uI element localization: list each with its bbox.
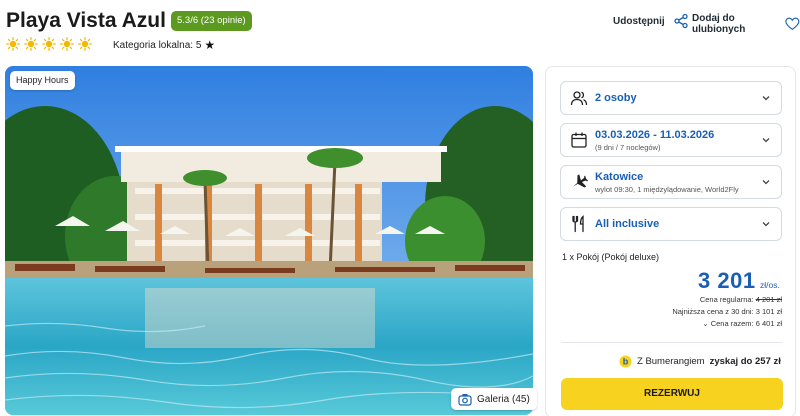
svg-text:b: b bbox=[623, 357, 629, 367]
sun-icon bbox=[60, 37, 74, 51]
regular-price: Cena regularna: 4 201 zł bbox=[700, 295, 782, 304]
sun-icon bbox=[78, 37, 92, 51]
chevron-down-icon bbox=[762, 96, 770, 101]
star-icon: ★ bbox=[204, 38, 216, 52]
chevron-down-icon bbox=[762, 222, 770, 227]
board-select[interactable]: All inclusive bbox=[560, 207, 782, 241]
dates-duration: (9 dni / 7 noclegów) bbox=[595, 143, 661, 152]
price-unit: zł/os. bbox=[760, 280, 780, 290]
calendar-icon bbox=[571, 132, 587, 148]
price-per-person: 3 201 bbox=[698, 268, 756, 293]
sun-icon bbox=[6, 37, 20, 51]
chevron-down-icon: ⌄ bbox=[702, 319, 709, 328]
bumerang-bonus: zyskaj do 257 zł bbox=[709, 356, 781, 367]
share-label: Udostępnij bbox=[613, 15, 665, 27]
board-value: All inclusive bbox=[595, 218, 660, 230]
travelers-select[interactable]: 2 osoby bbox=[560, 81, 782, 115]
heart-icon bbox=[785, 17, 800, 31]
chevron-down-icon bbox=[762, 138, 770, 143]
flight-select[interactable]: Katowice wylot 09:30, 1 międzylądowanie,… bbox=[560, 165, 782, 199]
bumerang-logo-icon: b bbox=[619, 355, 632, 368]
local-category: Kategoria lokalna: 5 ★ bbox=[113, 38, 215, 52]
hotel-photo[interactable] bbox=[5, 66, 533, 415]
dates-value: 03.03.2026 - 11.03.2026 bbox=[595, 129, 715, 141]
room-info: 1 x Pokój (Pokój deluxe) bbox=[562, 252, 660, 262]
share-button[interactable]: Udostępnij bbox=[613, 13, 689, 29]
sun-icon bbox=[42, 37, 56, 51]
airplane-icon bbox=[573, 174, 588, 188]
bumerang-info[interactable]: b Z Bumerangiem zyskaj do 257 zł bbox=[619, 355, 781, 368]
favorite-label: Dodaj do ulubionych bbox=[692, 13, 746, 35]
camera-icon bbox=[458, 393, 472, 406]
chevron-down-icon bbox=[762, 180, 770, 185]
total-price[interactable]: ⌄ Cena razem: 6 401 zł bbox=[702, 319, 782, 328]
total-price-label: Cena razem: 6 401 zł bbox=[710, 319, 782, 328]
divider bbox=[561, 342, 783, 343]
reserve-button[interactable]: REZERWUJ bbox=[561, 378, 783, 410]
sun-icon bbox=[24, 37, 38, 51]
gallery-button[interactable]: Galeria (45) bbox=[451, 388, 537, 410]
share-icon bbox=[674, 13, 688, 29]
people-icon bbox=[570, 91, 588, 106]
local-category-label: Kategoria lokalna: 5 bbox=[113, 39, 202, 51]
cutlery-icon bbox=[572, 215, 584, 233]
hotel-title: Playa Vista Azul bbox=[6, 9, 166, 32]
departure-details: wylot 09:30, 1 międzylądowanie, World2Fl… bbox=[595, 185, 739, 194]
travelers-value: 2 osoby bbox=[595, 92, 637, 104]
regular-price-value: 4 201 zł bbox=[755, 295, 782, 304]
rating-badge[interactable]: 5.3/6 (23 opinie) bbox=[171, 11, 252, 31]
bumerang-prefix: Z Bumerangiem bbox=[637, 356, 705, 367]
dates-select[interactable]: 03.03.2026 - 11.03.2026 (9 dni / 7 nocle… bbox=[560, 123, 782, 157]
departure-city: Katowice bbox=[595, 171, 644, 183]
regular-price-label: Cena regularna: bbox=[699, 295, 754, 304]
sun-rating bbox=[6, 37, 92, 51]
happy-hours-badge: Happy Hours bbox=[10, 71, 75, 90]
gallery-label: Galeria (45) bbox=[477, 393, 530, 405]
favorite-button[interactable]: Dodaj do ulubionych bbox=[692, 13, 800, 35]
lowest-price-30-days: Najniższa cena z 30 dni: 3 101 zł bbox=[672, 307, 782, 316]
